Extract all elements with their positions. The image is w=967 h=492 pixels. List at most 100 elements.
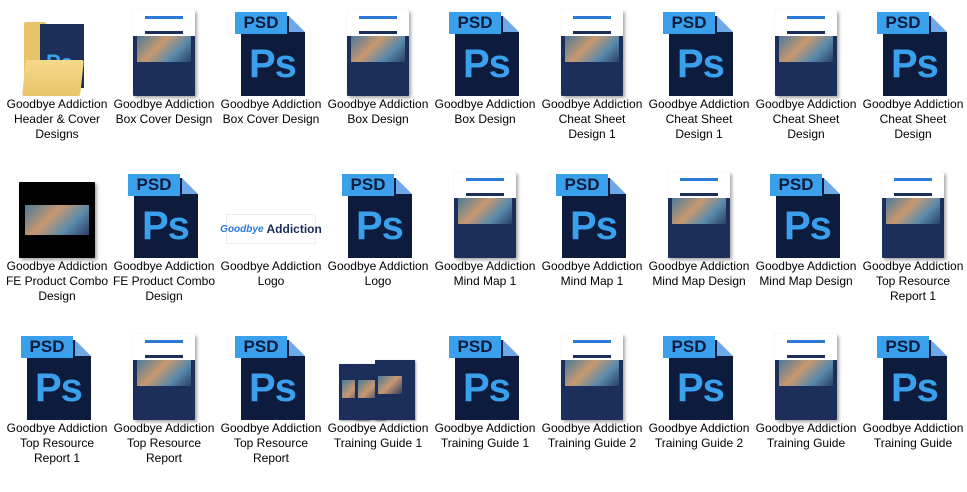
file-item[interactable]: PSD Ps Goodbye Addiction Logo: [325, 162, 431, 322]
file-name: Goodbye Addiction Training Guide: [862, 421, 964, 450]
file-thumbnail: Goodbye Addiction: [220, 170, 322, 258]
cover-thumbnail: [882, 172, 944, 258]
file-name: Goodbye Addiction Mind Map Design: [755, 259, 857, 288]
psd-tag: PSD: [877, 336, 929, 358]
cover-thumbnail: [133, 10, 195, 96]
psd-tag: PSD: [770, 174, 822, 196]
file-item[interactable]: PSD Ps Goodbye Addiction Top Resource Repo…: [218, 324, 324, 484]
combo-thumbnail: [19, 182, 95, 258]
file-name: Goodbye Addiction Cheat Sheet Design: [862, 97, 964, 141]
file-thumbnail: [873, 170, 953, 258]
file-item[interactable]: Goodbye Addiction Training Guide 2: [539, 324, 645, 484]
file-name: Goodbye Addiction Cheat Sheet Design 1: [541, 97, 643, 141]
psd-tag: PSD: [128, 174, 180, 196]
file-thumbnail: PSD Ps: [338, 170, 418, 258]
file-item[interactable]: PSD Ps Goodbye Addiction Cheat Sheet Desig…: [860, 0, 966, 160]
psd-file-icon: PSD Ps: [663, 12, 735, 96]
cover-thumbnail: [347, 10, 409, 96]
psd-tag: PSD: [663, 12, 715, 34]
file-item[interactable]: Goodbye Addiction Training Guide 1: [325, 324, 431, 484]
file-item[interactable]: PSD Ps Goodbye Addiction Mind Map Design: [753, 162, 859, 322]
file-thumbnail: PSD Ps: [659, 8, 739, 96]
file-item[interactable]: PSD Ps Goodbye Addiction Top Resource Repo…: [4, 324, 110, 484]
ps-logo: Ps: [463, 366, 511, 410]
file-thumbnail: PSD Ps: [873, 332, 953, 420]
file-name: Goodbye Addiction Top Resource Report: [220, 421, 322, 465]
file-item[interactable]: PSD Ps Goodbye Addiction Box Cover Design: [218, 0, 324, 160]
psd-file-icon: PSD Ps: [877, 336, 949, 420]
file-item[interactable]: Goodbye Addiction Goodbye Addiction Logo: [218, 162, 324, 322]
file-name: Goodbye Addiction Box Cover Design: [113, 97, 215, 126]
file-name: Goodbye Addiction Mind Map 1: [434, 259, 536, 288]
file-item[interactable]: Goodbye Addiction Box Cover Design: [111, 0, 217, 160]
ps-logo: Ps: [891, 366, 939, 410]
file-item[interactable]: PSD Ps Goodbye Addiction Cheat Sheet Desig…: [646, 0, 752, 160]
file-name: Goodbye Addiction Box Cover Design: [220, 97, 322, 126]
ps-logo: Ps: [249, 366, 297, 410]
psd-tag: PSD: [663, 336, 715, 358]
file-name: Goodbye Addiction Cheat Sheet Design 1: [648, 97, 750, 141]
ps-logo: Ps: [463, 42, 511, 86]
file-name: Goodbye Addiction Header & Cover Designs: [6, 97, 108, 141]
file-name: Goodbye Addiction Box Design: [434, 97, 536, 126]
file-thumbnail: PSD Ps: [552, 170, 632, 258]
file-thumbnail: PSD Ps: [124, 170, 204, 258]
file-thumbnail: PSD Ps: [231, 332, 311, 420]
file-name: Goodbye Addiction Logo: [327, 259, 429, 288]
ps-logo: Ps: [356, 204, 404, 248]
file-thumbnail: PSD Ps: [445, 332, 525, 420]
psd-file-icon: PSD Ps: [235, 336, 307, 420]
psd-tag: PSD: [235, 12, 287, 34]
file-thumbnail: [552, 8, 632, 96]
file-name: Goodbye Addiction Logo: [220, 259, 322, 288]
file-thumbnail: PSD Ps: [17, 332, 97, 420]
cover-thumbnail: [561, 10, 623, 96]
file-item[interactable]: Goodbye Addiction Mind Map Design: [646, 162, 752, 322]
ps-logo: Ps: [677, 366, 725, 410]
file-thumbnail: [766, 332, 846, 420]
logo-small-text: Goodbye: [220, 223, 264, 235]
file-item[interactable]: PSD Ps Goodbye Addiction Training Guide: [860, 324, 966, 484]
logo-big-text: Addiction: [266, 222, 322, 236]
file-thumbnail: [124, 8, 204, 96]
file-item[interactable]: Goodbye Addiction Top Resource Report 1: [860, 162, 966, 322]
file-name: Goodbye Addiction FE Product Combo Desig…: [112, 259, 216, 303]
file-name: Goodbye Addiction Cheat Sheet Design: [755, 97, 857, 141]
file-thumbnail: PSD Ps: [659, 332, 739, 420]
psd-tag: PSD: [556, 174, 608, 196]
logo-thumbnail: Goodbye Addiction: [220, 214, 322, 244]
file-item[interactable]: Goodbye Addiction FE Product Combo Desig…: [4, 162, 110, 322]
file-item[interactable]: Goodbye Addiction Top Resource Report: [111, 324, 217, 484]
file-item[interactable]: PSD Ps Goodbye Addiction Training Guide 1: [432, 324, 538, 484]
cover-thumbnail: [775, 334, 837, 420]
file-name: Goodbye Addiction Training Guide 1: [327, 421, 429, 450]
ps-logo: Ps: [570, 204, 618, 248]
file-item[interactable]: PSD Ps Goodbye Addiction FE Product Combo …: [111, 162, 217, 322]
file-name: Goodbye Addiction Box Design: [327, 97, 429, 126]
file-item[interactable]: Goodbye Addiction Box Design: [325, 0, 431, 160]
folder-icon: Ps: [22, 20, 90, 96]
file-name: Goodbye Addiction Top Resource Report 1: [6, 421, 108, 465]
file-item[interactable]: PSD Ps Goodbye Addiction Mind Map 1: [539, 162, 645, 322]
ps-logo: Ps: [891, 42, 939, 86]
file-item[interactable]: PSD Ps Goodbye Addiction Box Design: [432, 0, 538, 160]
file-item[interactable]: Goodbye Addiction Cheat Sheet Design: [753, 0, 859, 160]
file-item[interactable]: Goodbye Addiction Training Guide: [753, 324, 859, 484]
psd-file-icon: PSD Ps: [449, 336, 521, 420]
ps-logo: Ps: [677, 42, 725, 86]
file-item[interactable]: Goodbye Addiction Cheat Sheet Design 1: [539, 0, 645, 160]
file-name: Goodbye Addiction Mind Map 1: [541, 259, 643, 288]
file-item[interactable]: PSD Ps Goodbye Addiction Training Guide 2: [646, 324, 752, 484]
psd-tag: PSD: [877, 12, 929, 34]
file-name: Goodbye Addiction FE Product Combo Desig…: [5, 259, 109, 303]
file-name: Goodbye Addiction Training Guide 1: [434, 421, 536, 450]
file-thumbnail: [659, 170, 739, 258]
box-set-thumbnail: [339, 358, 417, 420]
cover-thumbnail: [454, 172, 516, 258]
file-thumbnail: PSD Ps: [873, 8, 953, 96]
file-thumbnail: [766, 8, 846, 96]
file-item[interactable]: Goodbye Addiction Mind Map 1: [432, 162, 538, 322]
file-item[interactable]: PsGoodbye Addiction Header & Cover Desig…: [4, 0, 110, 160]
ps-logo: Ps: [35, 366, 83, 410]
ps-logo: Ps: [784, 204, 832, 248]
